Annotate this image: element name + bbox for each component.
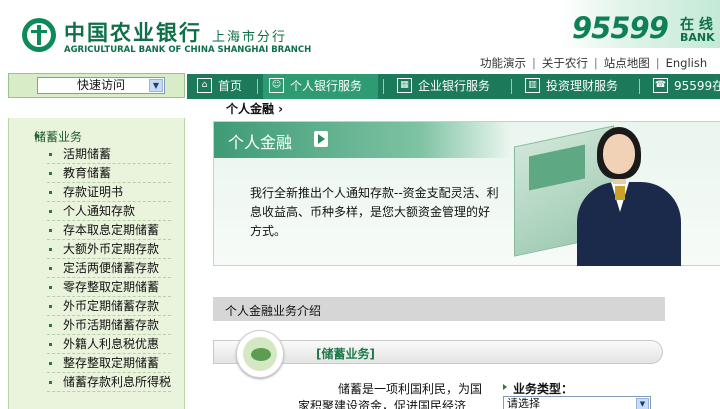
link-about[interactable]: 关于农行 [542, 56, 588, 70]
banner-title: 个人金融 [228, 133, 293, 152]
sidebar-item[interactable]: 存款证明书 [47, 184, 171, 202]
triangle-right-icon [503, 384, 507, 390]
sidebar-item[interactable]: 大额外币定期存款 [47, 241, 171, 259]
sidebar-item[interactable]: 外籍人利息税优惠 [47, 336, 171, 354]
nav-investment[interactable]: ▥ 投资理财服务 [519, 74, 634, 99]
utility-links: 功能演示 | 关于农行 | 站点地图 | English [480, 56, 708, 70]
intro-title: 个人金融业务介绍 [225, 304, 322, 318]
main-nav: ⌂首页 ☺个人银行服务 ▦企业银行服务 ▥投资理财服务 ☎95599在线 [187, 74, 720, 99]
hotline-number[interactable]: 95599 [572, 11, 669, 45]
branch-name: 上海市分行 [212, 30, 288, 45]
arrow-right-icon [314, 131, 328, 147]
link-sitemap[interactable]: 站点地图 [604, 56, 650, 70]
breadcrumb[interactable]: 个人金融 › [226, 100, 283, 117]
bank-name-cn: 中国农业银行 [64, 20, 202, 45]
banner-title-bar: 个人金融 [214, 122, 509, 158]
banner-text: 我行全新推出个人通知存款--资金支配灵活、利息收益高、币种多样，是您大额资金管理… [250, 186, 499, 238]
home-icon: ⌂ [197, 78, 212, 93]
sidebar-item[interactable]: 个人通知存款 [47, 203, 171, 221]
sidebar-item[interactable]: 整存整取定期储蓄 [47, 355, 171, 373]
promo-banner[interactable]: 个人金融 我行全新推出个人通知存款--资金支配灵活、利息收益高、币种多样，是您大… [213, 121, 720, 266]
business-type-label: 业务类型： [513, 382, 574, 396]
link-english[interactable]: English [666, 56, 708, 70]
quick-access-select[interactable]: 快速访问 ▼ [37, 77, 165, 94]
nav-home[interactable]: ⌂ 首页 [191, 74, 251, 99]
sidebar: 储蓄业务 活期储蓄 教育储蓄 存款证明书 个人通知存款 存本取息定期储蓄 大额外币定期存款… [8, 118, 185, 409]
sidebar-item[interactable]: 定活两便储蓄存款 [47, 260, 171, 278]
sidebar-item[interactable]: 外币活期储蓄存款 [47, 317, 171, 335]
business-type-select[interactable]: 请选择 ▼ [503, 396, 651, 409]
site-header: 中国农业银行 AGRICULTURAL BANK OF CHINA SHANGH… [0, 0, 720, 72]
piggy-bank-icon [236, 330, 284, 378]
quick-access-panel: 快速访问 ▼ [8, 73, 185, 98]
sidebar-item[interactable]: 零存整取定期储蓄 [47, 279, 171, 297]
chevron-down-icon[interactable]: ▼ [149, 79, 163, 92]
sidebar-item[interactable]: 教育储蓄 [47, 165, 171, 183]
intro-section-bar: 个人金融业务介绍 [213, 297, 665, 321]
sidebar-item[interactable]: 存本取息定期储蓄 [47, 222, 171, 240]
bank-name-en: AGRICULTURAL BANK OF CHINA SHANGHAI BRAN… [64, 45, 312, 55]
nav-corporate[interactable]: ▦ 企业银行服务 [391, 74, 506, 99]
savings-title[interactable]: [储蓄业务] [316, 345, 375, 362]
bank-logo-icon[interactable] [22, 18, 56, 52]
sidebar-item[interactable]: 活期储蓄 [47, 146, 171, 164]
chart-icon: ▥ [525, 78, 540, 93]
sidebar-item[interactable]: 外币定期储蓄存款 [47, 298, 171, 316]
sidebar-section-title[interactable]: 储蓄业务 [34, 128, 82, 145]
link-demo[interactable]: 功能演示 [480, 56, 526, 70]
sidebar-item[interactable]: 储蓄存款利息所得税 [47, 374, 171, 392]
nav-online[interactable]: ☎95599在线 [647, 74, 720, 99]
person-icon: ☺ [269, 78, 284, 93]
hotline-bank-label: BANK [680, 31, 715, 44]
building-icon: ▦ [397, 78, 412, 93]
nav-personal[interactable]: ☺ 个人银行服务 [263, 74, 378, 99]
phone-icon: ☎ [653, 78, 668, 93]
banner-person-image [569, 122, 720, 266]
chevron-down-icon[interactable]: ▼ [636, 398, 649, 409]
savings-description: 储蓄是一项利国利民，为国家积聚建设资金，促进国民经济 [298, 382, 483, 409]
